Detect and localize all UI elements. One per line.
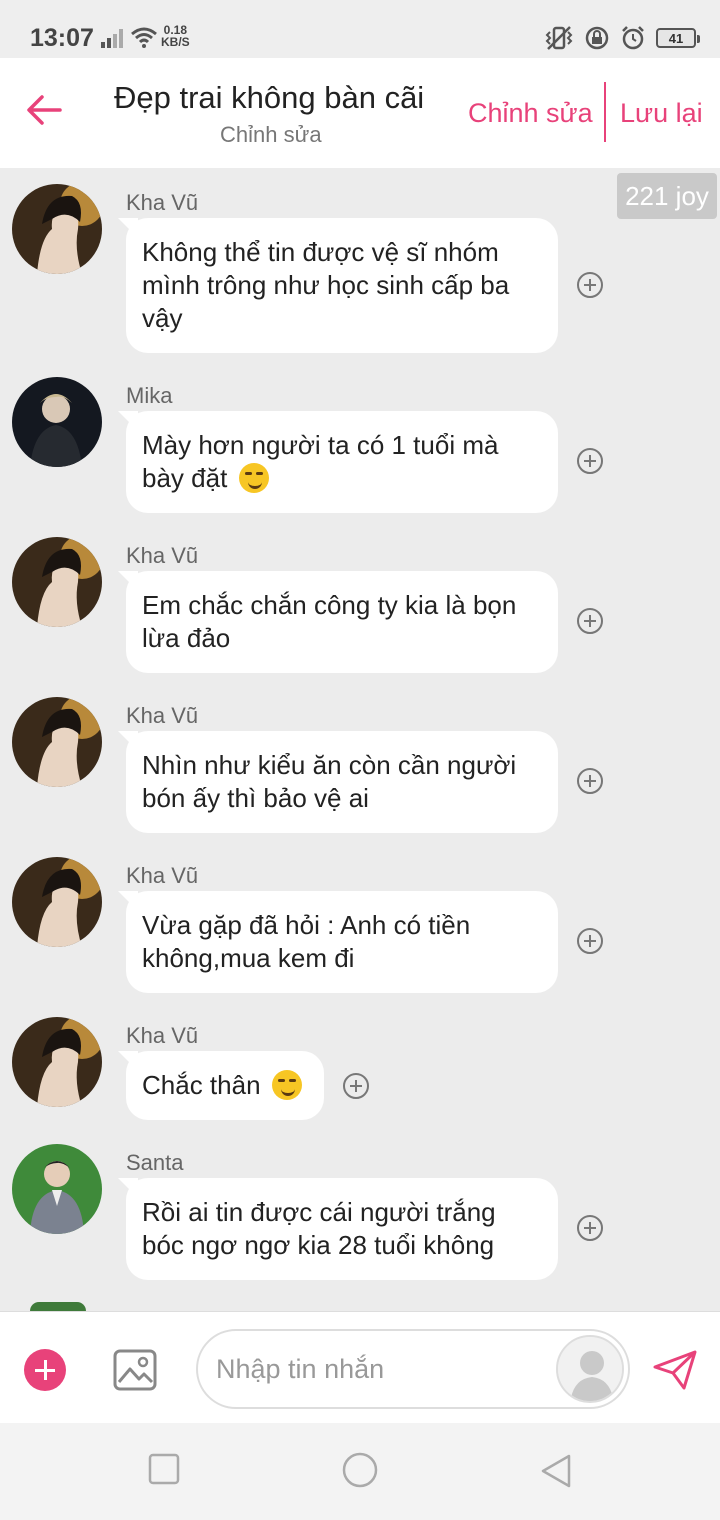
rotation-lock-icon	[585, 26, 609, 50]
add-attachment-button[interactable]	[24, 1349, 66, 1391]
add-reaction-icon[interactable]	[577, 448, 603, 474]
chat-header: Đẹp trai không bàn cãi Chỉnh sửa Chỉnh s…	[0, 58, 720, 168]
message-bubble[interactable]: Không thể tin được vệ sĩ nhóm mình trông…	[126, 218, 558, 353]
avatar[interactable]	[12, 377, 102, 467]
message-line: bày đặt	[142, 463, 228, 493]
message-line: Em chắc chắn công ty kia là bọn	[142, 590, 517, 620]
chat-subtitle: Chỉnh sửa	[220, 122, 322, 147]
message-line: bón ấy thì bảo vệ ai	[142, 783, 369, 813]
message-line: không,mua kem đi	[142, 943, 355, 973]
add-reaction-icon[interactable]	[577, 928, 603, 954]
message-line: Vừa gặp đã hỏi : Anh có tiền	[142, 910, 471, 940]
add-reaction-icon[interactable]	[577, 272, 603, 298]
header-divider	[604, 82, 606, 142]
message-bubble[interactable]: Nhìn như kiểu ăn còn cần người bón ấy th…	[126, 731, 558, 833]
home-icon[interactable]	[341, 1451, 379, 1489]
sender-name: Kha Vũ	[126, 1023, 199, 1048]
avatar[interactable]	[12, 1144, 102, 1234]
message-input-wrapper	[196, 1329, 630, 1409]
user-avatar-icon[interactable]	[556, 1335, 624, 1403]
message-line: Rồi ai tin được cái người trắng	[142, 1197, 496, 1227]
back-nav-icon[interactable]	[539, 1453, 573, 1489]
message-line: Mày hơn người ta có 1 tuổi mà	[142, 430, 499, 460]
chat-title: Đẹp trai không bàn cãi	[114, 80, 425, 115]
message-composer	[0, 1311, 720, 1423]
message-input[interactable]	[216, 1347, 546, 1391]
avatar[interactable]	[12, 184, 102, 274]
recent-apps-icon[interactable]	[148, 1453, 180, 1485]
avatar	[30, 1302, 86, 1311]
smirk-emoji-icon	[271, 1070, 302, 1100]
message-bubble[interactable]: Rồi ai tin được cái người trắng bóc ngơ …	[126, 1178, 558, 1280]
edit-button[interactable]: Chỉnh sửa	[468, 98, 593, 129]
message-line: Chắc thân	[142, 1070, 261, 1100]
status-bar: 13:07 0.18 KB/S 41	[0, 0, 720, 64]
sender-name: Kha Vũ	[126, 190, 199, 215]
battery-icon: 41	[656, 28, 700, 48]
vibrate-icon	[545, 26, 573, 50]
system-nav-bar	[0, 1423, 720, 1520]
alarm-icon	[622, 26, 644, 50]
message-bubble[interactable]: Mày hơn người ta có 1 tuổi mà bày đặt	[126, 411, 558, 513]
avatar[interactable]	[12, 1017, 102, 1107]
message-line: Không thể tin được vệ sĩ nhóm	[142, 237, 499, 267]
add-reaction-icon[interactable]	[577, 608, 603, 634]
message-line: mình trông như học sinh cấp ba	[142, 270, 510, 300]
sender-name: Mika	[126, 383, 173, 408]
back-arrow-icon[interactable]	[24, 90, 64, 130]
message-line: Nhìn như kiểu ăn còn cần người	[142, 750, 517, 780]
sender-name: Kha Vũ	[126, 703, 199, 728]
joy-badge: 221 joy	[617, 173, 717, 219]
message-line: bóc ngơ ngơ kia 28 tuổi không	[142, 1230, 495, 1260]
avatar[interactable]	[12, 537, 102, 627]
smirk-emoji-icon	[238, 463, 269, 493]
signal-icon	[101, 29, 123, 48]
message-line: vậy	[142, 303, 183, 333]
add-reaction-icon[interactable]	[343, 1073, 369, 1099]
network-speed-unit: KB/S	[161, 35, 190, 49]
network-speed: 0.18 KB/S	[161, 24, 190, 48]
sender-name: Santa	[126, 1150, 184, 1175]
avatar[interactable]	[12, 697, 102, 787]
wifi-icon	[131, 27, 157, 48]
send-icon[interactable]	[652, 1349, 698, 1391]
status-time: 13:07	[30, 24, 94, 52]
message-line: lừa đảo	[142, 623, 231, 653]
sender-name: Kha Vũ	[126, 543, 199, 568]
save-button[interactable]: Lưu lại	[620, 98, 703, 129]
add-reaction-icon[interactable]	[577, 1215, 603, 1241]
message-bubble[interactable]: Chắc thân	[126, 1051, 324, 1120]
avatar[interactable]	[12, 857, 102, 947]
message-bubble[interactable]: Em chắc chắn công ty kia là bọn lừa đảo	[126, 571, 558, 673]
message-bubble[interactable]: Vừa gặp đã hỏi : Anh có tiền không,mua k…	[126, 891, 558, 993]
add-reaction-icon[interactable]	[577, 768, 603, 794]
image-icon[interactable]	[112, 1348, 158, 1392]
sender-name: Kha Vũ	[126, 863, 199, 888]
